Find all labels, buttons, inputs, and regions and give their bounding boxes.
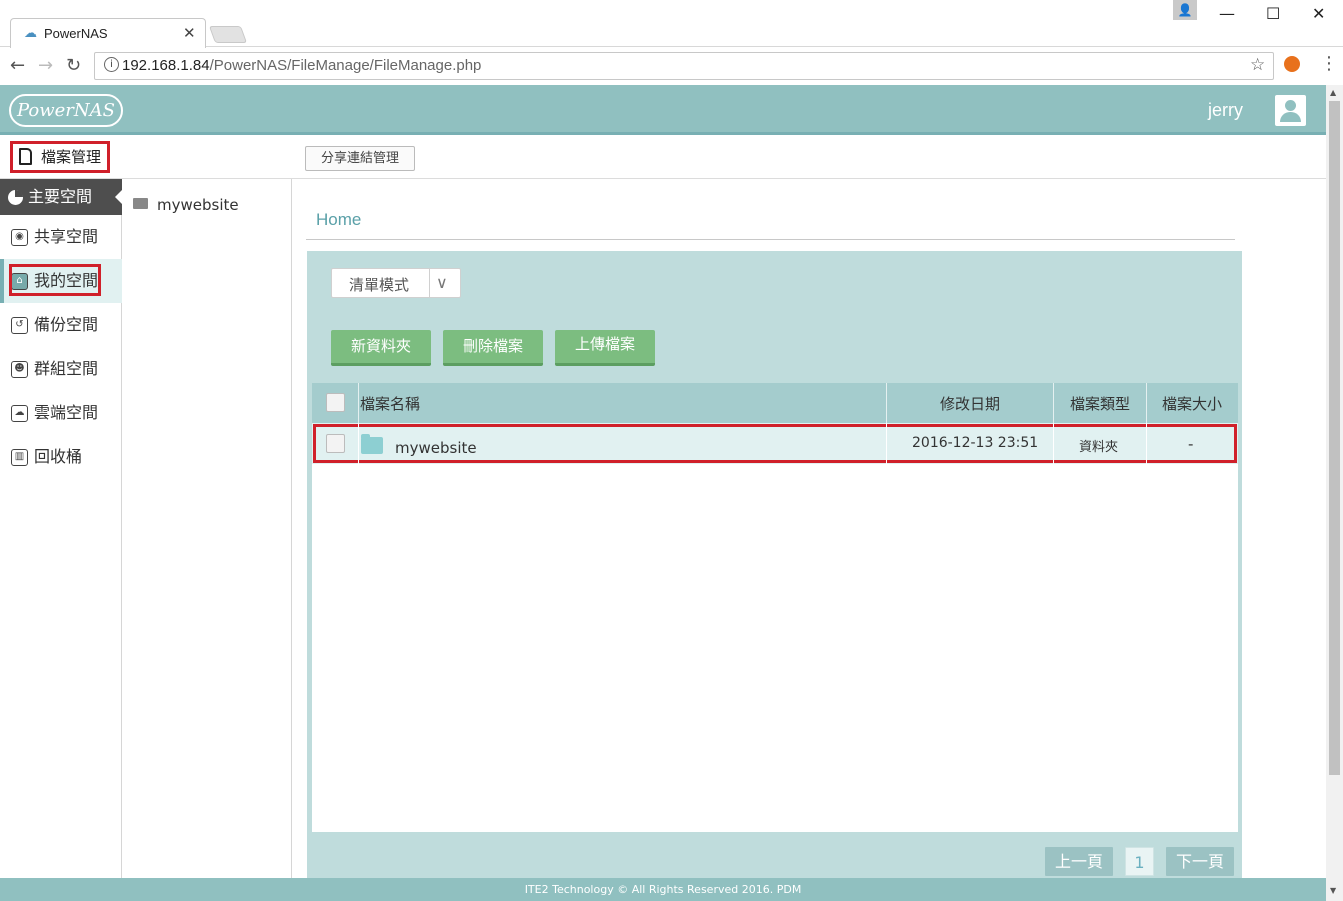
folder-tree: [122, 179, 292, 879]
share-link-manage-button[interactable]: 分享連結管理: [305, 146, 415, 171]
cell-divider: [1146, 423, 1147, 464]
row-file-size: -: [1188, 435, 1194, 453]
page-number-button[interactable]: 1: [1125, 847, 1154, 876]
browser-tab[interactable]: [10, 18, 206, 48]
view-mode-divider: [429, 269, 430, 297]
prev-page-button[interactable]: 上一頁: [1045, 847, 1113, 876]
sidebar-item-shared-space[interactable]: ◉ 共享空間: [0, 215, 122, 259]
avatar[interactable]: [1275, 95, 1306, 126]
profile-icon[interactable]: 👤: [1173, 0, 1197, 20]
breadcrumb-divider: [306, 239, 1235, 240]
select-all-checkbox[interactable]: [326, 393, 345, 412]
new-folder-button[interactable]: 新資料夾: [331, 330, 431, 366]
column-header-size[interactable]: 檔案大小: [1162, 393, 1222, 414]
powernas-logo[interactable]: PowerNAS: [9, 94, 123, 127]
info-icon[interactable]: i: [104, 57, 119, 72]
reload-icon[interactable]: ↻: [66, 55, 81, 76]
row-modified-date: 2016-12-13 23:51: [912, 435, 1039, 451]
file-manager-title[interactable]: 檔案管理: [10, 141, 110, 173]
maximize-icon[interactable]: ☐: [1266, 4, 1280, 23]
row-file-name[interactable]: mywebsite: [395, 439, 477, 457]
column-header-type[interactable]: 檔案類型: [1070, 393, 1130, 414]
cell-divider: [1053, 423, 1054, 464]
app-header: [0, 85, 1326, 135]
folder-icon: [133, 198, 148, 209]
scroll-up-icon[interactable]: ▲: [1330, 88, 1336, 97]
extension-icon[interactable]: [1284, 56, 1300, 72]
cloud-icon: ☁: [11, 405, 28, 422]
group-icon: ☻: [11, 361, 28, 378]
minimize-icon[interactable]: —: [1219, 4, 1235, 23]
breadcrumb[interactable]: Home: [316, 210, 361, 230]
back-icon[interactable]: ←: [10, 55, 25, 76]
header-divider: [358, 383, 359, 423]
tree-item-folder[interactable]: mywebsite: [133, 196, 239, 214]
row-file-type: 資料夾: [1079, 440, 1119, 455]
scroll-down-icon[interactable]: ▼: [1330, 886, 1336, 895]
pie-chart-icon: [8, 190, 23, 205]
tab-close-icon[interactable]: ✕: [183, 24, 196, 42]
sidebar-item-main-space[interactable]: 主要空間: [0, 179, 123, 215]
tab-title: PowerNAS: [44, 26, 108, 41]
sidebar-item-recycle-bin[interactable]: ▥ 回收桶: [0, 435, 122, 479]
sidebar-item-backup-space[interactable]: ↺ 備份空間: [0, 303, 122, 347]
sidebar-item-group-space[interactable]: ☻ 群組空間: [0, 347, 122, 391]
scrollbar-thumb[interactable]: [1329, 101, 1340, 775]
header-divider: [886, 383, 887, 423]
browser-menu-icon[interactable]: ⋮: [1320, 53, 1338, 74]
folder-icon: [361, 434, 383, 454]
column-header-name[interactable]: 檔案名稱: [360, 393, 420, 414]
url-text[interactable]: 192.168.1.84/PowerNAS/FileManage/FileMan…: [122, 57, 481, 74]
forward-icon[interactable]: →: [38, 55, 53, 76]
column-header-date[interactable]: 修改日期: [940, 393, 1000, 414]
sub-toolbar: [0, 138, 1326, 179]
next-page-button[interactable]: 下一頁: [1166, 847, 1234, 876]
upload-files-button[interactable]: 上傳檔案: [555, 330, 655, 366]
trash-icon: ▥: [11, 449, 28, 466]
sidebar-item-cloud-space[interactable]: ☁ 雲端空間: [0, 391, 122, 435]
close-window-icon[interactable]: ✕: [1312, 4, 1325, 23]
bookmark-star-icon[interactable]: ☆: [1250, 55, 1265, 75]
header-divider: [1053, 383, 1054, 423]
cell-divider: [886, 423, 887, 464]
my-space-highlight: [9, 264, 101, 296]
view-mode-label: 清單模式: [349, 276, 410, 294]
cloud-icon: ☁: [24, 26, 37, 41]
delete-files-button[interactable]: 刪除檔案: [443, 330, 543, 366]
chevron-down-icon[interactable]: ∨: [436, 273, 448, 292]
new-tab-button[interactable]: [208, 26, 248, 43]
backup-icon: ↺: [11, 317, 28, 334]
cell-divider: [358, 423, 359, 464]
row-checkbox[interactable]: [326, 434, 345, 453]
globe-icon: ◉: [11, 229, 28, 246]
header-divider: [1146, 383, 1147, 423]
file-icon: [19, 148, 32, 165]
user-name[interactable]: jerry: [1208, 100, 1243, 121]
footer: ITE2 Technology © All Rights Reserved 20…: [0, 878, 1326, 901]
